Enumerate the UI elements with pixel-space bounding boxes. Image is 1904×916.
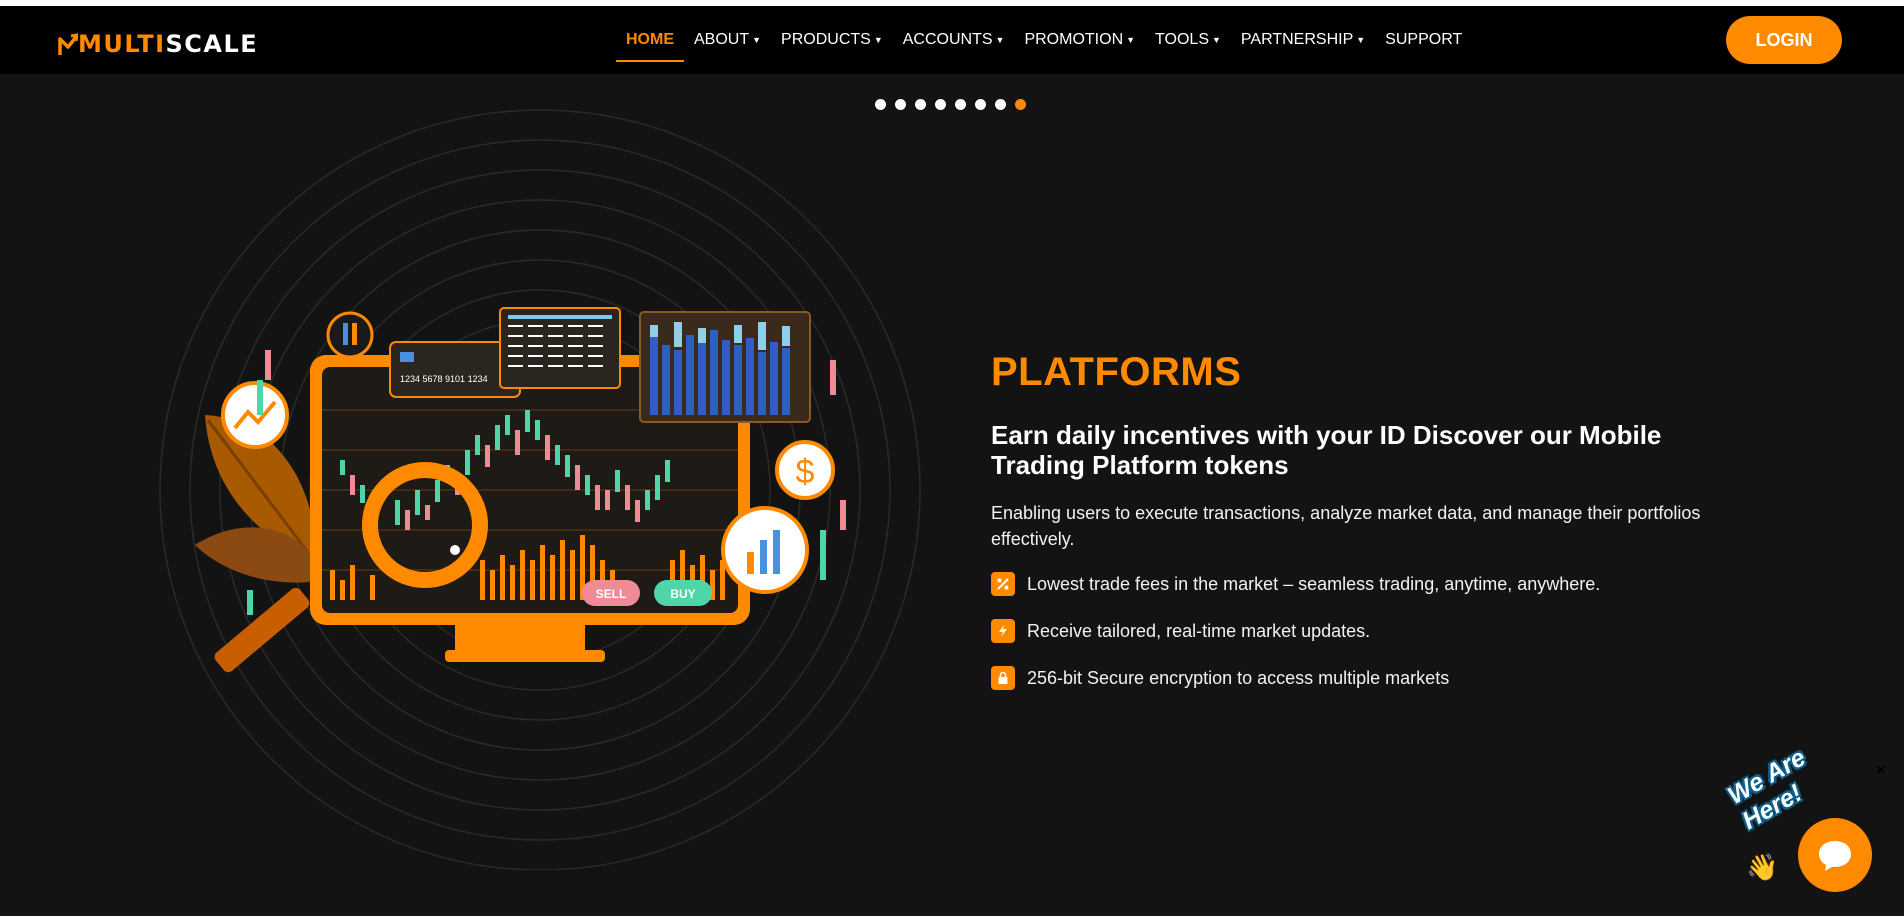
feature-item: Receive tailored, real-time market updat… bbox=[991, 619, 1600, 643]
trading-platform-illustration: 1234 5678 9101 1234 $ SELL BUY bbox=[159, 109, 921, 870]
svg-text:1234 5678 9101 1234: 1234 5678 9101 1234 bbox=[400, 374, 488, 384]
chart-badge-icon bbox=[326, 311, 374, 359]
caret-down-icon: ▼ bbox=[752, 35, 762, 45]
dollar-badge-icon: $ bbox=[775, 440, 835, 500]
svg-text:SELL: SELL bbox=[596, 587, 627, 601]
svg-text:BUY: BUY bbox=[670, 587, 695, 601]
carousel-dot[interactable] bbox=[955, 99, 966, 110]
chat-widget-label: We Are Here! bbox=[1723, 743, 1811, 836]
feature-text: Lowest trade fees in the market – seamle… bbox=[1027, 573, 1601, 594]
carousel-dot[interactable] bbox=[975, 99, 986, 110]
svg-text:$: $ bbox=[796, 453, 815, 491]
buy-tag: BUY bbox=[654, 580, 712, 606]
brand-logo[interactable]: MULTISCALE bbox=[58, 24, 258, 64]
hero-subtitle: Earn daily incentives with your ID Disco… bbox=[991, 420, 1662, 480]
trend-up-badge-icon bbox=[221, 381, 289, 449]
nav-item-about[interactable]: ABOUT ▼ bbox=[684, 6, 771, 74]
bar-badge-icon bbox=[721, 506, 809, 594]
feature-item: 256-bit Secure encryption to access mult… bbox=[991, 666, 1600, 690]
feature-item: Lowest trade fees in the market – seamle… bbox=[991, 572, 1600, 596]
nav-item-accounts[interactable]: ACCOUNTS ▼ bbox=[893, 6, 1015, 74]
data-table-panel bbox=[499, 307, 621, 389]
monitor-stand bbox=[445, 650, 605, 662]
nav-item-tools[interactable]: TOOLS ▼ bbox=[1145, 6, 1231, 74]
hero-title: PLATFORMS bbox=[991, 350, 1242, 394]
hero-description: Enabling users to execute transactions, … bbox=[991, 503, 1701, 549]
caret-down-icon: ▼ bbox=[1212, 35, 1221, 45]
sell-tag: SELL bbox=[582, 580, 640, 606]
caret-down-icon: ▼ bbox=[1356, 35, 1366, 45]
feature-text: 256-bit Secure encryption to access mult… bbox=[1027, 667, 1450, 688]
feature-text: Receive tailored, real-time market updat… bbox=[1027, 620, 1371, 641]
feature-list: Lowest trade fees in the market – seamle… bbox=[991, 572, 1600, 713]
lightning-icon bbox=[991, 619, 1015, 643]
login-button[interactable]: LOGIN bbox=[1726, 16, 1842, 64]
main-menu: HOME ABOUT ▼ PRODUCTS ▼ ACCOUNTS ▼ PROMOTIO… bbox=[616, 6, 1472, 74]
caret-down-icon: ▼ bbox=[995, 35, 1005, 45]
logo-text: MULTISCALE bbox=[78, 30, 259, 58]
nav-item-promotion[interactable]: PROMOTION ▼ bbox=[1014, 6, 1145, 74]
logo-arrow-icon bbox=[58, 33, 78, 55]
lock-icon bbox=[991, 666, 1015, 690]
chat-close-button[interactable]: × bbox=[1876, 762, 1885, 780]
nav-item-support[interactable]: SUPPORT bbox=[1375, 6, 1472, 74]
carousel-dot[interactable] bbox=[935, 99, 946, 110]
nav-item-home[interactable]: HOME bbox=[616, 6, 684, 74]
carousel-dot-active[interactable] bbox=[1015, 99, 1026, 110]
chat-launcher-button[interactable] bbox=[1798, 818, 1872, 892]
bar-chart-panel bbox=[639, 311, 811, 423]
caret-down-icon: ▼ bbox=[1126, 35, 1136, 45]
carousel-dot[interactable] bbox=[995, 99, 1006, 110]
caret-down-icon: ▼ bbox=[873, 35, 883, 45]
percent-tag-icon bbox=[991, 572, 1015, 596]
nav-item-partnership[interactable]: PARTNERSHIP ▼ bbox=[1231, 6, 1375, 74]
chat-bubble-icon bbox=[1819, 841, 1851, 871]
waving-hand-icon: 👋 bbox=[1746, 852, 1779, 882]
nav-item-products[interactable]: PRODUCTS ▼ bbox=[771, 6, 893, 74]
